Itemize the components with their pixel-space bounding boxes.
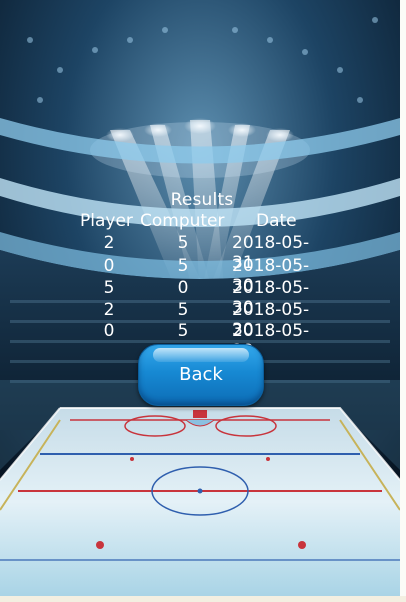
column-header-player: Player bbox=[80, 211, 133, 231]
result-player-score: 2 bbox=[103, 233, 115, 253]
result-player-score: 0 bbox=[103, 256, 115, 276]
bottom-edge-strip bbox=[0, 596, 406, 602]
back-button[interactable]: Back bbox=[138, 344, 264, 406]
result-computer-score: 0 bbox=[177, 278, 189, 298]
results-title: Results bbox=[170, 190, 234, 210]
right-edge-strip bbox=[400, 0, 406, 602]
column-header-date: Date bbox=[256, 211, 297, 231]
result-player-score: 0 bbox=[103, 321, 115, 341]
result-computer-score: 5 bbox=[177, 321, 189, 341]
back-button-label: Back bbox=[179, 364, 223, 385]
result-player-score: 2 bbox=[103, 300, 115, 320]
result-computer-score: 5 bbox=[177, 233, 189, 253]
results-screen: Results Player Computer Date 2 5 2018-05… bbox=[0, 0, 406, 602]
column-header-computer: Computer bbox=[140, 211, 225, 231]
result-player-score: 5 bbox=[103, 278, 115, 298]
result-computer-score: 5 bbox=[177, 300, 189, 320]
back-button-gloss bbox=[153, 348, 249, 362]
results-panel: Results Player Computer Date 2 5 2018-05… bbox=[0, 0, 400, 596]
result-computer-score: 5 bbox=[177, 256, 189, 276]
